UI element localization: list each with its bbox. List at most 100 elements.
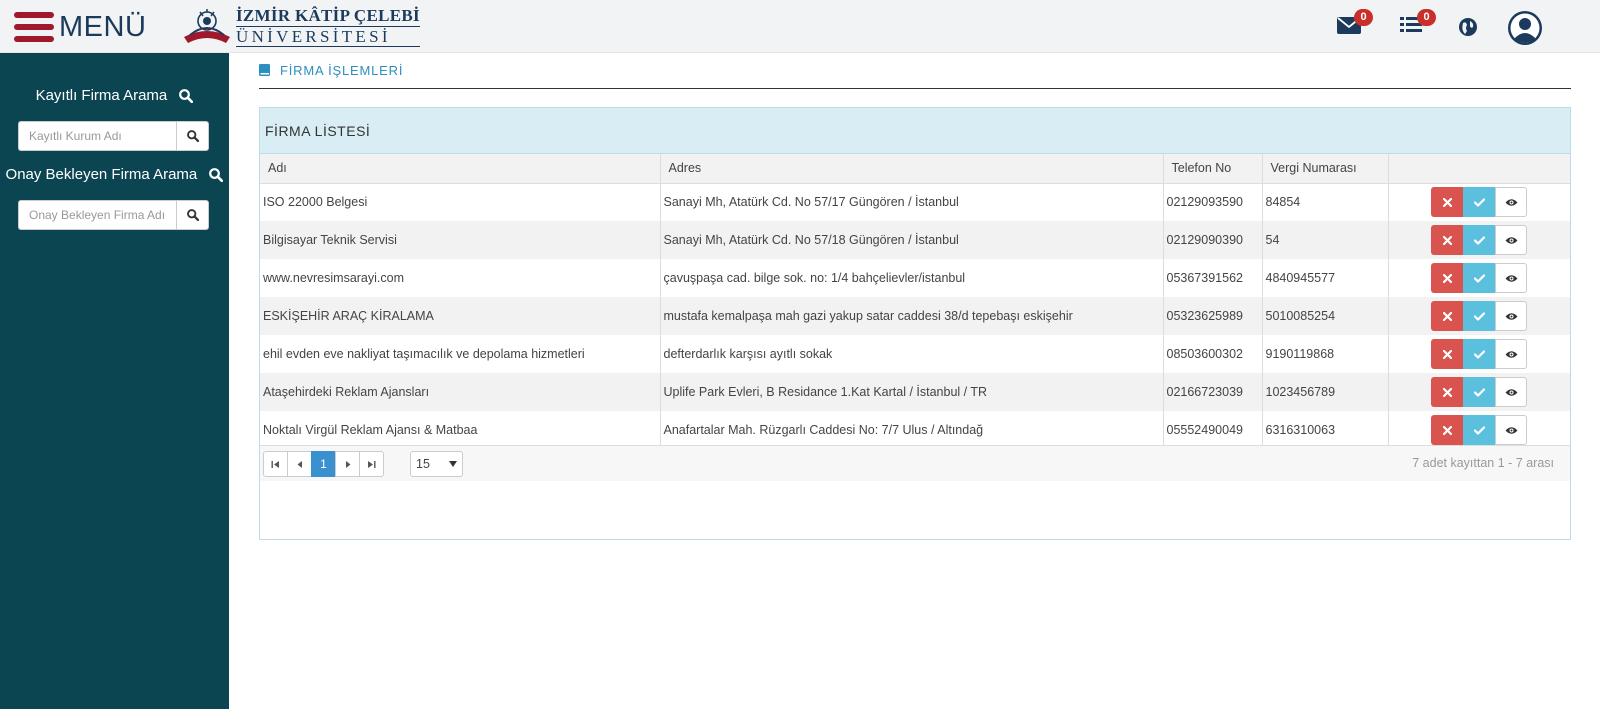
check-icon <box>1473 311 1485 321</box>
user-avatar-icon <box>1508 11 1542 45</box>
column-header-address[interactable]: Adres <box>660 154 1164 184</box>
last-page-button[interactable] <box>359 451 384 477</box>
registered-search-input[interactable] <box>18 121 176 151</box>
page-button-current[interactable]: 1 <box>311 451 336 477</box>
delete-button[interactable] <box>1431 377 1464 407</box>
page-size-select[interactable]: 15 <box>410 451 463 477</box>
first-page-button[interactable] <box>263 451 288 477</box>
menu-label[interactable]: MENÜ <box>59 12 146 42</box>
table-row[interactable]: Noktalı Virgül Reklam Ajansı & Matbaa Ana… <box>260 411 1570 449</box>
messages-button[interactable]: 0 <box>1337 9 1373 40</box>
cell-actions <box>1388 411 1570 449</box>
table-row[interactable]: Bilgisayar Teknik Servisi Sanayi Mh, Atat… <box>260 221 1570 259</box>
delete-icon <box>1442 273 1452 283</box>
cell-name: Ataşehirdeki Reklam Ajansları <box>260 373 661 411</box>
check-icon <box>1473 235 1485 245</box>
menu-button[interactable]: MENÜ <box>14 12 146 42</box>
panel-title: FİRMA LİSTESİ <box>260 108 1570 154</box>
delete-icon <box>1442 387 1452 397</box>
approve-button[interactable] <box>1463 301 1496 331</box>
cell-tax-number: 6316310063 <box>1262 411 1389 449</box>
view-button[interactable] <box>1495 339 1528 369</box>
hamburger-icon[interactable] <box>14 12 54 42</box>
view-button[interactable] <box>1495 415 1528 445</box>
cell-name: ISO 22000 Belgesi <box>260 183 661 221</box>
cell-tax-number: 84854 <box>1262 183 1389 221</box>
cell-tax-number: 9190119868 <box>1262 335 1389 373</box>
globe-icon <box>1459 18 1477 36</box>
next-page-button[interactable] <box>335 451 360 477</box>
row-actions <box>1431 187 1528 218</box>
column-header-tax[interactable]: Vergi Numarası <box>1262 154 1389 184</box>
eye-icon <box>1505 236 1518 244</box>
column-header-phone[interactable]: Telefon No <box>1163 154 1263 184</box>
search-icon <box>209 168 224 183</box>
approve-button[interactable] <box>1463 187 1496 218</box>
pending-search <box>18 200 209 230</box>
view-button[interactable] <box>1495 377 1528 407</box>
view-button[interactable] <box>1495 263 1528 293</box>
view-button[interactable] <box>1495 301 1528 331</box>
pending-search-title: Onay Bekleyen Firma Arama <box>0 166 229 183</box>
prev-page-button[interactable] <box>287 451 312 477</box>
cell-name: Bilgisayar Teknik Servisi <box>260 221 661 259</box>
row-actions <box>1431 301 1528 331</box>
view-button[interactable] <box>1495 225 1528 255</box>
delete-icon <box>1442 197 1452 207</box>
search-icon <box>186 130 199 142</box>
delete-button[interactable] <box>1431 339 1464 369</box>
language-button[interactable] <box>1458 17 1478 42</box>
pending-search-button[interactable] <box>176 200 209 230</box>
book-icon <box>259 64 270 76</box>
view-button[interactable] <box>1495 187 1528 218</box>
column-header-name[interactable]: Adı <box>260 154 661 184</box>
cell-actions <box>1388 183 1570 221</box>
approve-button[interactable] <box>1463 225 1496 255</box>
pager: 1 15 7 adet kayıttan 1 - 7 arası <box>260 445 1570 481</box>
approve-button[interactable] <box>1463 415 1496 445</box>
cell-actions <box>1388 297 1570 335</box>
cell-actions <box>1388 373 1570 411</box>
table-row[interactable]: ISO 22000 Belgesi Sanayi Mh, Atatürk Cd. … <box>260 183 1570 221</box>
delete-button[interactable] <box>1431 225 1464 255</box>
approve-button[interactable] <box>1463 339 1496 369</box>
search-icon <box>186 209 199 221</box>
cell-actions <box>1388 221 1570 259</box>
table-header-row: Adı Adres Telefon No Vergi Numarası <box>260 154 1570 184</box>
delete-button[interactable] <box>1431 415 1464 445</box>
approve-button[interactable] <box>1463 377 1496 407</box>
registered-search-label: Kayıtlı Firma Arama <box>35 87 168 104</box>
search-icon <box>179 89 194 104</box>
pending-search-input[interactable] <box>18 200 176 230</box>
tasks-button[interactable]: 0 <box>1400 9 1436 40</box>
table-row[interactable]: www.nevresimsarayi.com çavuşpaşa cad. bil… <box>260 259 1570 297</box>
cell-address: defterdarlık karşısı ayıtlı sokak <box>660 335 1164 373</box>
top-navbar: MENÜ İZMİR KÂTİP ÇELEBİ ÜNİVERSİTESİ 0 0 <box>0 0 1600 53</box>
approve-button[interactable] <box>1463 263 1496 293</box>
pager-info: 7 adet kayıttan 1 - 7 arası <box>1412 456 1554 470</box>
cell-name: ESKİŞEHİR ARAÇ KİRALAMA <box>260 297 661 335</box>
table-row[interactable]: ehil evden eve nakliyat taşımacılık ve d… <box>260 335 1570 373</box>
cell-actions <box>1388 335 1570 373</box>
cell-address: çavuşpaşa cad. bilge sok. no: 1/4 bahçel… <box>660 259 1164 297</box>
delete-button[interactable] <box>1431 263 1464 293</box>
logo-title: İZMİR KÂTİP ÇELEBİ <box>236 6 420 25</box>
row-actions <box>1431 377 1528 407</box>
user-avatar[interactable] <box>1507 10 1543 51</box>
cell-address: Uplife Park Evleri, B Residance 1.Kat Ka… <box>660 373 1164 411</box>
delete-icon <box>1442 235 1452 245</box>
column-header-actions <box>1388 154 1570 184</box>
pending-search-label: Onay Bekleyen Firma Arama <box>5 166 198 183</box>
cell-address: mustafa kemalpaşa mah gazi yakup satar c… <box>660 297 1164 335</box>
delete-icon <box>1442 311 1452 321</box>
delete-button[interactable] <box>1431 301 1464 331</box>
registered-search-button[interactable] <box>176 121 209 151</box>
check-icon <box>1473 273 1485 283</box>
university-logo[interactable]: İZMİR KÂTİP ÇELEBİ ÜNİVERSİTESİ <box>182 7 420 47</box>
delete-button[interactable] <box>1431 187 1464 218</box>
table-row[interactable]: Ataşehirdeki Reklam Ajansları Uplife Park… <box>260 373 1570 411</box>
cell-phone: 05323625989 <box>1163 297 1263 335</box>
table-row[interactable]: ESKİŞEHİR ARAÇ KİRALAMA mustafa kemalpaşa… <box>260 297 1570 335</box>
eye-icon <box>1505 312 1518 320</box>
cell-phone: 05367391562 <box>1163 259 1263 297</box>
